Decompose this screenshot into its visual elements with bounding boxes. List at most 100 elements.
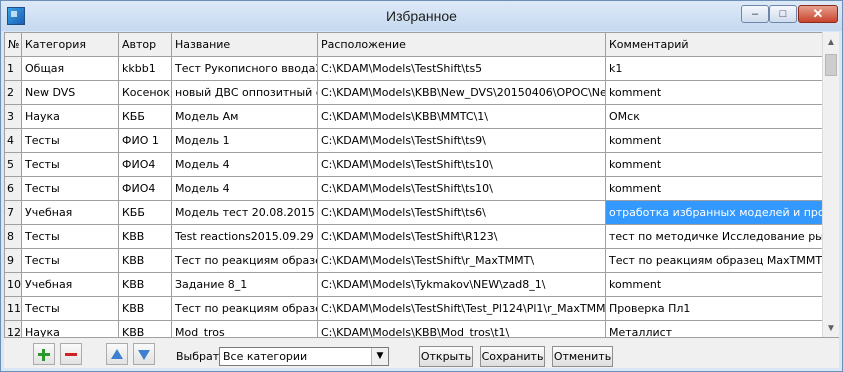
cell-name[interactable]: Тест по реакциям образец М [171, 296, 318, 321]
cell-author[interactable]: KBB [118, 224, 172, 249]
cell-number[interactable]: 6 [4, 176, 22, 201]
cell-comment[interactable]: komment [605, 80, 823, 105]
cell-comment[interactable]: отработка избранных моделей и прове [605, 200, 823, 225]
cell-location[interactable]: C:\KDAM\Models\TestShift\ts10\ [317, 152, 606, 177]
cell-category[interactable]: New DVS [21, 80, 119, 105]
cell-category[interactable]: Учебная [21, 200, 119, 225]
cell-name[interactable]: Модель тест 20.08.2015 [171, 200, 318, 225]
cell-comment[interactable]: komment [605, 128, 823, 153]
cell-author[interactable]: KBB [118, 272, 172, 297]
cell-location[interactable]: C:\KDAM\Models\TestShift\ts10\ [317, 176, 606, 201]
table-row[interactable]: 4 Тесты ФИО 1 Модель 1 C:\KDAM\Models\TestSh… [4, 128, 823, 153]
cell-name[interactable]: Тест Рукописного ввода2 [171, 56, 318, 81]
cell-comment[interactable]: k1 [605, 56, 823, 81]
scroll-down-arrow-icon[interactable]: ▼ [823, 320, 839, 337]
cell-number[interactable]: 11 [4, 296, 22, 321]
minimize-button[interactable]: – [741, 5, 769, 23]
cell-name[interactable]: Модель 4 [171, 176, 318, 201]
cell-name[interactable]: Модель Ам [171, 104, 318, 129]
move-up-button[interactable] [106, 343, 128, 365]
cell-category[interactable]: Тесты [21, 296, 119, 321]
cell-author[interactable]: kkbb1 [118, 56, 172, 81]
cell-comment[interactable]: Тест по реакциям образец MaxTMMT [605, 248, 823, 273]
table-row[interactable]: 5 Тесты ФИО4 Модель 4 C:\KDAM\Models\TestShi… [4, 152, 823, 177]
cell-name[interactable]: Тест по реакциям образец М [171, 248, 318, 273]
cell-location[interactable]: C:\KDAM\Models\TestShift\ts5 [317, 56, 606, 81]
maximize-button[interactable]: □ [769, 5, 797, 23]
remove-button[interactable] [60, 343, 82, 365]
cell-category[interactable]: Тесты [21, 224, 119, 249]
cell-location[interactable]: C:\KDAM\Models\TestShift\r_MaxTMMT\ [317, 248, 606, 273]
scroll-thumb[interactable] [825, 54, 837, 76]
cell-number[interactable]: 7 [4, 200, 22, 225]
table-row[interactable]: 1 Общая kkbb1 Тест Рукописного ввода2 C:\KDA… [4, 56, 823, 81]
move-down-button[interactable] [133, 343, 155, 365]
cell-comment[interactable]: Металлист [605, 320, 823, 337]
table-row[interactable]: 8 Тесты KBB Test reactions2015.09.29 C:\KDAM… [4, 224, 823, 249]
cell-number[interactable]: 3 [4, 104, 22, 129]
cell-comment[interactable]: тест по методичке Исследование рыча [605, 224, 823, 249]
cell-name[interactable]: новый ДВС оппозитный от 0 [171, 80, 318, 105]
cell-category[interactable]: Наука [21, 320, 119, 337]
cell-author[interactable]: ФИО4 [118, 152, 172, 177]
cell-author[interactable]: KBB [118, 296, 172, 321]
cell-category[interactable]: Общая [21, 56, 119, 81]
table-row[interactable]: 9ТестыKBBТест по реакциям образец МC:\KD… [4, 248, 823, 273]
column-header-comment[interactable]: Комментарий [605, 32, 823, 57]
table-row[interactable]: 6 Тесты ФИО4 Модель 4 C:\KDAM\Models\TestShi… [4, 176, 823, 201]
cancel-button[interactable]: Отменить [552, 346, 613, 367]
cell-comment[interactable]: komment [605, 152, 823, 177]
cell-category[interactable]: Тесты [21, 128, 119, 153]
cell-number[interactable]: 2 [4, 80, 22, 105]
cell-category[interactable]: Учебная [21, 272, 119, 297]
cell-category[interactable]: Тесты [21, 152, 119, 177]
cell-author[interactable]: ФИО4 [118, 176, 172, 201]
cell-author[interactable]: ФИО 1 [118, 128, 172, 153]
cell-comment[interactable]: ОМск [605, 104, 823, 129]
cell-location[interactable]: C:\KDAM\Models\KBB\MMTC\1\ [317, 104, 606, 129]
vertical-scrollbar[interactable]: ▲ ▼ [822, 32, 839, 337]
column-header-author[interactable]: Автор [118, 32, 172, 57]
cell-name[interactable]: Test reactions2015.09.29 [171, 224, 318, 249]
save-button[interactable]: Сохранить [480, 346, 545, 367]
cell-number[interactable]: 8 [4, 224, 22, 249]
cell-author[interactable]: KBB [118, 320, 172, 337]
column-header-category[interactable]: Категория [21, 32, 119, 57]
open-button[interactable]: Открыть [419, 346, 473, 367]
cell-author[interactable]: КББ [118, 104, 172, 129]
cell-comment[interactable]: komment [605, 176, 823, 201]
add-button[interactable] [33, 343, 55, 365]
cell-number[interactable]: 12 [4, 320, 22, 337]
table-row[interactable]: 10 Учебная KBB Задание 8_1 C:\KDAM\Models\Ty… [4, 272, 823, 297]
cell-category[interactable]: Наука [21, 104, 119, 129]
cell-name[interactable]: Модель 1 [171, 128, 318, 153]
close-button[interactable]: ✕ [798, 5, 838, 23]
cell-author[interactable]: Косенок, Ж [118, 80, 172, 105]
category-select[interactable]: Все категории ▼ [219, 347, 389, 366]
table-row[interactable]: 11ТестыKBBТест по реакциям образец МC:\K… [4, 296, 823, 321]
cell-number[interactable]: 1 [4, 56, 22, 81]
cell-author[interactable]: KBB [118, 248, 172, 273]
column-header-location[interactable]: Расположение [317, 32, 606, 57]
cell-name[interactable]: Mod_tros [171, 320, 318, 337]
cell-location[interactable]: C:\KDAM\Models\TestShift\R123\ [317, 224, 606, 249]
table-row[interactable]: 7 Учебная КББ Модель тест 20.08.2015 C:\KDAM… [4, 200, 823, 225]
cell-name[interactable]: Задание 8_1 [171, 272, 318, 297]
cell-location[interactable]: C:\KDAM\Models\TestShift\Test_Pl124\Pl1\… [317, 296, 606, 321]
chevron-down-icon[interactable]: ▼ [371, 348, 388, 365]
cell-location[interactable]: C:\KDAM\Models\TestShift\ts6\ [317, 200, 606, 225]
cell-comment[interactable]: komment [605, 272, 823, 297]
cell-author[interactable]: КББ [118, 200, 172, 225]
column-header-number[interactable]: № [4, 32, 22, 57]
cell-location[interactable]: C:\KDAM\Models\TestShift\ts9\ [317, 128, 606, 153]
cell-category[interactable]: Тесты [21, 176, 119, 201]
cell-number[interactable]: 9 [4, 248, 22, 273]
table-row[interactable]: 12 Наука KBB Mod_tros C:\KDAM\Models\KBB\Mod… [4, 320, 823, 337]
cell-number[interactable]: 5 [4, 152, 22, 177]
table-row[interactable]: 2New DVSКосенок, Жновый ДВС оппозитный о… [4, 80, 823, 105]
table-row[interactable]: 3 Наука КББ Модель Ам C:\KDAM\Models\KBB\MMT… [4, 104, 823, 129]
cell-number[interactable]: 10 [4, 272, 22, 297]
column-header-name[interactable]: Название [171, 32, 318, 57]
cell-comment[interactable]: Проверка Пл1 [605, 296, 823, 321]
cell-location[interactable]: C:\KDAM\Models\Tykmakov\NEW\zad8_1\ [317, 272, 606, 297]
